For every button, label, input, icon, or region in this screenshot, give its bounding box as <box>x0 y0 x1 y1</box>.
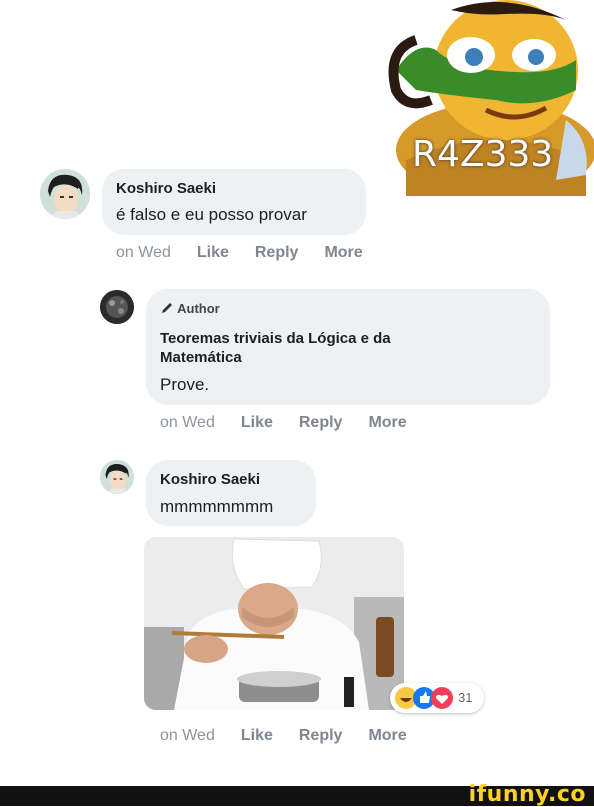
like-button[interactable]: Like <box>241 727 273 744</box>
comment-bubble: Koshiro Saeki mmmmmmmm <box>146 460 316 526</box>
comment-text: Prove. <box>160 375 210 394</box>
user-face-icon <box>100 460 134 494</box>
comment-actions: on Wed Like Reply More <box>160 727 433 745</box>
more-button[interactable]: More <box>324 244 362 261</box>
reactions-count: 31 <box>458 690 473 705</box>
reply-button[interactable]: Reply <box>255 244 299 261</box>
reaction-icons <box>395 687 453 709</box>
author-badge: Author <box>160 301 220 316</box>
pencil-icon <box>162 303 172 313</box>
ifunny-logo: ifunny.co <box>468 782 586 807</box>
commenter-name[interactable]: Koshiro Saeki <box>160 471 260 488</box>
page-logo-icon <box>100 290 134 324</box>
attached-image[interactable] <box>144 537 404 710</box>
timestamp[interactable]: on Wed <box>160 414 215 431</box>
comment-text: é falso e eu posso provar <box>116 205 307 224</box>
reply-button[interactable]: Reply <box>299 727 343 744</box>
more-button[interactable]: More <box>368 727 406 744</box>
more-button[interactable]: More <box>368 414 406 431</box>
author-badge-label: Author <box>177 301 220 316</box>
timestamp[interactable]: on Wed <box>116 244 171 261</box>
comment-bubble: Author Teoremas triviais da Lógica e da … <box>146 289 550 405</box>
commenter-name[interactable]: Teoremas triviais da Lógica e da Matemát… <box>160 329 460 367</box>
reply-button[interactable]: Reply <box>299 414 343 431</box>
like-button[interactable]: Like <box>241 414 273 431</box>
avatar[interactable] <box>40 169 90 219</box>
avatar[interactable] <box>100 460 134 494</box>
avatar[interactable] <box>100 290 134 324</box>
like-button[interactable]: Like <box>197 244 229 261</box>
user-face-icon <box>40 169 90 219</box>
commenter-name[interactable]: Koshiro Saeki <box>116 180 216 197</box>
reactions-pill[interactable]: 31 <box>390 683 484 713</box>
corner-badge-text: R4Z333 <box>412 134 554 175</box>
comment-actions: on Wed Like Reply More <box>116 244 389 262</box>
chef-photo <box>144 537 404 710</box>
comment-actions: on Wed Like Reply More <box>160 414 433 432</box>
comment-text: mmmmmmmm <box>160 497 274 516</box>
timestamp[interactable]: on Wed <box>160 727 215 744</box>
comment-bubble: Koshiro Saeki é falso e eu posso provar <box>102 169 366 235</box>
